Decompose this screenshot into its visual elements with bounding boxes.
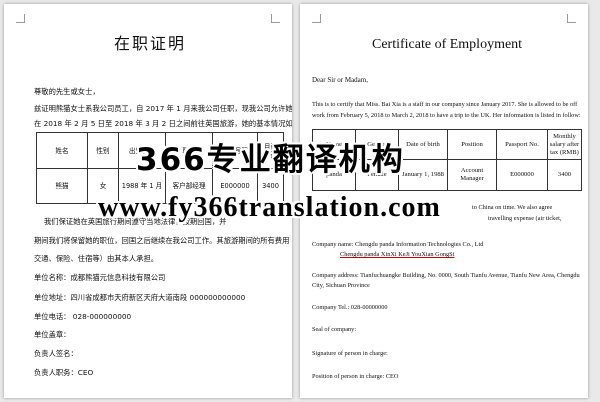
person-signature: 负责人签名： <box>34 349 78 358</box>
paragraph-line: 期间我们将保留她的职位，回国之后继续在我公司工作。其旅游期间的所有费用（机票、 <box>34 236 292 245</box>
paragraph-line: travelling expense (air ticket, <box>488 215 562 222</box>
paragraph-line: 交通、保险、住宿等）由其本人承担。 <box>34 254 159 263</box>
table-cell: 熊猫 <box>36 168 88 204</box>
table-header: Date of birth <box>398 129 448 160</box>
crop-mark <box>312 14 321 23</box>
salutation: 尊敬的先生或女士， <box>34 87 100 96</box>
table-cell: Account Manager <box>447 159 497 191</box>
company-tel: Company Tel.: 028-00000000 <box>312 304 388 311</box>
table-cell: 3400 <box>547 159 582 191</box>
salutation: Dear Sir or Madam, <box>312 76 368 84</box>
paragraph-line: work from February 5, 2018 to March 2, 2… <box>312 112 581 119</box>
watermark-text: 366专业翻译机构 <box>136 142 405 178</box>
person-title: 负责人职务：CEO <box>34 368 94 377</box>
paragraph-line: This is to certify that Miss. Bai Xia is… <box>312 101 578 108</box>
company-address: Company address: Tianfuchuangke Building… <box>312 272 580 279</box>
person-signature: Signature of person in charge: <box>312 350 388 357</box>
table-header: Position <box>447 129 497 160</box>
company-name-pinyin: Chengdu panda XinXi KeJi YouXian GongSi <box>340 251 455 258</box>
company-name: 单位名称：成都熊猫元信息科技有限公司 <box>34 273 166 282</box>
paragraph-line: 在 2018 年 2 月 5 日至 2018 年 3 月 2 日之间前往英国旅游… <box>34 119 292 128</box>
crop-mark <box>16 14 25 23</box>
page-title: 在职证明 <box>114 34 187 53</box>
table-header: 性别 <box>87 132 119 169</box>
watermark-url: www.fy366translation.com <box>98 192 441 223</box>
company-seal: 单位盖章： <box>34 330 71 339</box>
table-cell: January 1, 1988 <box>398 159 448 191</box>
paragraph-line: to China on time. We also agree <box>472 204 553 211</box>
company-address: 单位地址：四川省成都市天府新区天府大道南段 000000000000 <box>34 293 246 302</box>
table-cell: E000000 <box>496 159 548 191</box>
company-address-city: City, Sichuan Province <box>312 282 370 289</box>
company-seal: Seal of company: <box>312 326 357 333</box>
crop-mark <box>271 14 280 23</box>
company-name: Company name: Chengdu panda Information … <box>312 241 484 248</box>
table-header: 姓名 <box>36 132 88 169</box>
table-header: Monthly salary after tax (RMB) <box>547 129 582 160</box>
paragraph-line: 兹证明熊猫女士系我公司员工，自 2017 年 1 月来我公司任职，现我公司允许她 <box>34 104 292 113</box>
person-position: Position of person in charge: CEO <box>312 373 399 380</box>
table-header: Passport No. <box>496 129 548 160</box>
company-phone: 单位电话： 028-000000000 <box>34 312 132 321</box>
crop-mark <box>567 14 576 23</box>
page-title: Certificate of Employment <box>372 37 523 52</box>
